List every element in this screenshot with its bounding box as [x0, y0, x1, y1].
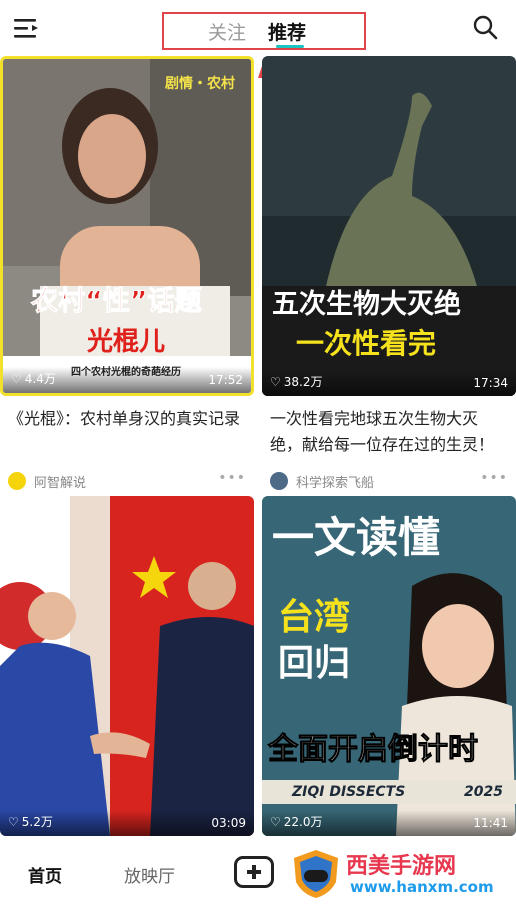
gamepad-logo [294, 850, 338, 898]
avatar[interactable] [270, 472, 288, 490]
search-icon[interactable] [472, 14, 498, 40]
author-row: 科学探索飞船 ••• [270, 468, 508, 498]
overlay-year: 2025 [464, 784, 503, 800]
thumbnail-image [0, 496, 254, 836]
video-duration: 17:34 [473, 376, 508, 390]
overlay-headline: 五次生物大灭绝 [272, 289, 461, 320]
video-card[interactable]: 一文读懂 台湾 回归 全面开启倒计时 ZIQI DISSECTS 2025 ♡ 2… [262, 496, 516, 836]
heart-icon: ♡ [270, 374, 281, 389]
overlay-headline-top: 一文读懂 [272, 513, 441, 562]
overlay-headline: 台湾 [278, 597, 351, 638]
avatar[interactable] [8, 472, 26, 490]
overlay-subtitle: 光棍儿 [87, 327, 166, 357]
video-duration: 11:41 [473, 816, 508, 830]
video-card[interactable]: ♡ 5.2万 03:09 [0, 496, 254, 836]
watermark-url: www.hanxm.com [350, 878, 494, 896]
video-title[interactable]: 一次性看完地球五次生物大灭绝，献给每一位存在过的生灵！ [270, 406, 508, 458]
like-count: ♡ 22.0万 [270, 814, 323, 830]
feed-tabs: 关注 推荐 [162, 12, 366, 50]
active-tab-indicator [276, 45, 304, 48]
video-title[interactable]: 《光棍》：农村单身汉的真实记录 [8, 406, 246, 458]
overlay-brand: ZIQI DISSECTS [292, 784, 406, 800]
nav-theater[interactable]: 放映厅 [124, 862, 175, 887]
video-thumbnail[interactable]: 一文读懂 台湾 回归 全面开启倒计时 ZIQI DISSECTS 2025 ♡ 2… [262, 496, 516, 836]
watermark-text: 西美手游网 [346, 854, 457, 879]
author-name[interactable]: 阿智解说 [34, 472, 86, 491]
overlay-subtitle: 一次性看完 [296, 327, 437, 360]
video-thumbnail[interactable]: 五次生物大灭绝 一次性看完 ♡ 38.2万 17:34 [262, 56, 516, 396]
menu-icon[interactable] [12, 16, 40, 40]
plus-square-icon[interactable] [234, 856, 274, 888]
author-name[interactable]: 科学探索飞船 [296, 472, 374, 491]
like-count: ♡ 4.4万 [11, 371, 56, 387]
watermark: 西美手游网 www.hanxm.com [290, 848, 516, 900]
bottom-navigation: 首页 放映厅 西美手游网 www.hanxm.com [0, 842, 516, 904]
tab-recommend[interactable]: 推荐 [268, 18, 306, 45]
overlay-subtitle: 全面开启倒计时 [268, 732, 479, 768]
video-card[interactable]: 剧情・农村 农村“性”话题 光棍儿 四个农村光棍的奇葩经历 ♡4.4万 17:5… [0, 56, 254, 498]
video-thumbnail[interactable]: ♡ 5.2万 03:09 [0, 496, 254, 836]
author-row: 阿智解说 ••• [8, 468, 246, 498]
like-count: ♡ 5.2万 [8, 814, 53, 830]
video-thumbnail[interactable]: 剧情・农村 农村“性”话题 光棍儿 四个农村光棍的奇葩经历 ♡4.4万 17:5… [0, 56, 254, 396]
video-card[interactable]: 五次生物大灭绝 一次性看完 ♡ 38.2万 17:34 一次性看完地球五次生物大灭… [262, 56, 516, 498]
video-duration: 17:52 [208, 373, 243, 387]
tab-follow[interactable]: 关注 [208, 18, 246, 45]
overlay-headline-2: 回归 [278, 643, 351, 684]
overlay-tag: 剧情・农村 [165, 76, 235, 92]
heart-icon: ♡ [8, 814, 19, 829]
nav-home[interactable]: 首页 [28, 862, 62, 887]
video-duration: 03:09 [211, 816, 246, 830]
like-count: ♡ 38.2万 [270, 374, 323, 390]
heart-icon: ♡ [270, 814, 281, 829]
top-bar: 关注 推荐 [0, 0, 516, 56]
more-options-icon[interactable]: ••• [480, 470, 508, 486]
heart-icon: ♡ [11, 371, 22, 386]
more-options-icon[interactable]: ••• [218, 470, 246, 486]
overlay-headline: 农村“性”话题 [31, 286, 202, 318]
